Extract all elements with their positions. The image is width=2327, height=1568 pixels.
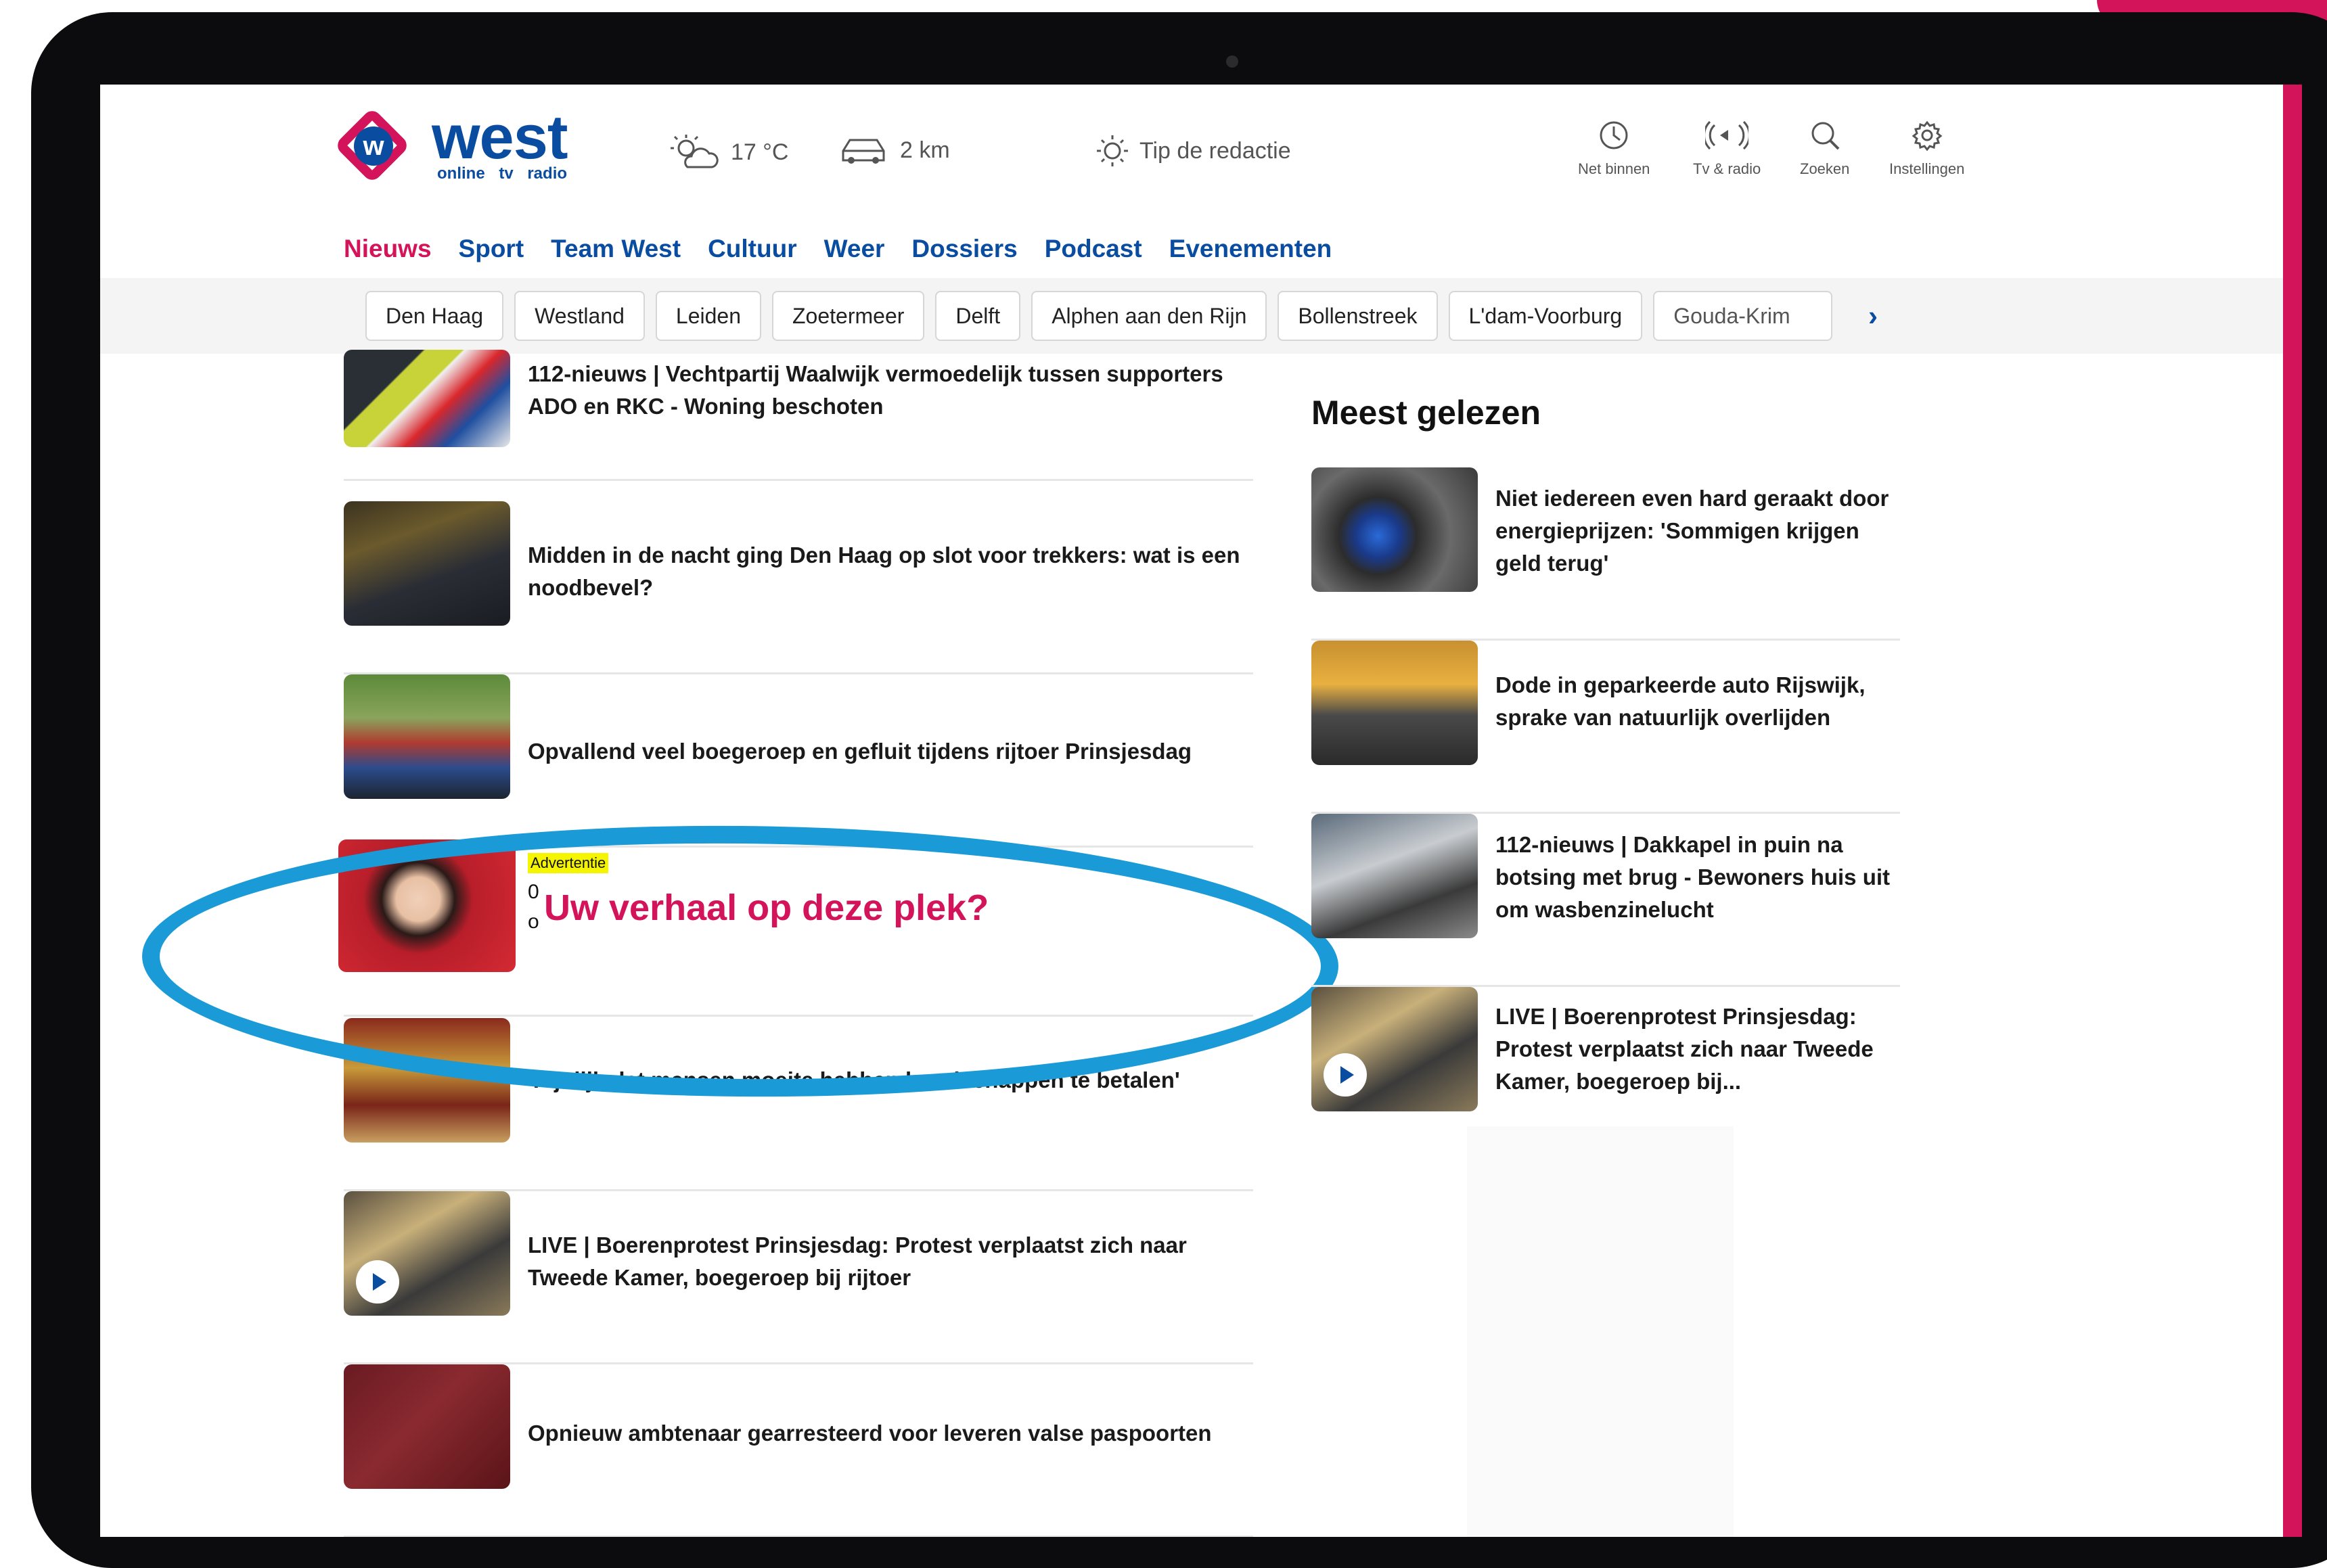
tool-tv-radio[interactable]: Tv & radio [1693, 120, 1761, 178]
news-thumbnail [1311, 987, 1478, 1111]
traffic-text: 2 km [900, 137, 950, 163]
nav-item-weer[interactable]: Weer [824, 235, 885, 263]
tool-label: Net binnen [1578, 160, 1650, 177]
region-chip[interactable]: Zoetermeer [772, 291, 925, 341]
lightbulb-icon [1095, 133, 1130, 168]
news-title: 112-nieuws | Dakkapel in puin na botsing… [1495, 832, 1891, 922]
chevron-right-icon[interactable]: › [1868, 300, 1878, 332]
tool-instellingen[interactable]: Instellingen [1889, 120, 1964, 178]
news-item[interactable]: Opvallend veel boegeroep en gefluit tijd… [344, 674, 1253, 848]
region-chip[interactable]: Bollenstreek [1278, 291, 1438, 341]
partly-cloudy-icon [669, 133, 721, 171]
divider [344, 479, 1253, 481]
news-title: LIVE | Boerenprotest Prinsjesdag: Protes… [1495, 1004, 1874, 1094]
nav-item-sport[interactable]: Sport [459, 235, 524, 263]
tool-net-binnen[interactable]: Net binnen [1578, 120, 1650, 178]
browser-screen: w west online tv radio 17 °C 2 km Tip de… [100, 85, 2302, 1537]
news-thumbnail [1311, 467, 1478, 592]
region-chip[interactable]: Westland [514, 291, 645, 341]
news-thumbnail [344, 1364, 510, 1489]
search-icon [1809, 120, 1840, 160]
screen-edge [2283, 85, 2302, 1537]
news-title: Opvallend veel boegeroep en gefluit tijd… [528, 739, 1192, 764]
news-thumbnail [344, 501, 510, 626]
news-title: LIVE | Boerenprotest Prinsjesdag: Protes… [528, 1232, 1187, 1290]
nav-item-evenementen[interactable]: Evenementen [1169, 235, 1332, 263]
page: w west online tv radio 17 °C 2 km Tip de… [100, 85, 2283, 1537]
main-navigation: Nieuws Sport Team West Cultuur Weer Doss… [344, 235, 1332, 263]
logo-letter: w [354, 126, 393, 166]
tool-label: Tv & radio [1693, 160, 1761, 177]
play-icon[interactable] [356, 1260, 399, 1304]
region-chip[interactable]: Gouda-Krim [1653, 291, 1832, 341]
nav-item-nieuws[interactable]: Nieuws [344, 235, 432, 263]
region-chip[interactable]: L'dam-Voorburg [1448, 291, 1643, 341]
nav-item-dossiers[interactable]: Dossiers [911, 235, 1017, 263]
play-icon[interactable] [1324, 1053, 1367, 1097]
most-read-item[interactable]: Niet iedereen even hard geraakt door ene… [1311, 467, 1900, 641]
sidebar-title: Meest gelezen [1311, 394, 1541, 432]
news-title: Opnieuw ambtenaar gearresteerd voor leve… [528, 1421, 1212, 1446]
news-thumbnail [1311, 641, 1478, 765]
most-read-item[interactable]: Dode in geparkeerde auto Rijswijk, sprak… [1311, 641, 1900, 814]
region-chip[interactable]: Alphen aan den Rijn [1031, 291, 1267, 341]
camera [1226, 55, 1238, 68]
news-item[interactable]: Midden in de nacht ging Den Haag op slot… [344, 501, 1253, 674]
logo-name: west [432, 103, 568, 172]
news-title: Dode in geparkeerde auto Rijswijk, sprak… [1495, 672, 1866, 730]
most-read-item[interactable]: 112-nieuws | Dakkapel in puin na botsing… [1311, 814, 1900, 987]
news-item[interactable]: LIVE | Boerenprotest Prinsjesdag: Protes… [344, 1191, 1253, 1364]
news-title: Niet iedereen even hard geraakt door ene… [1495, 486, 1889, 576]
tip-text: Tip de redactie [1139, 137, 1291, 164]
weather-text: 17 °C [731, 139, 789, 165]
nav-item-team-west[interactable]: Team West [551, 235, 681, 263]
tool-label: Zoeken [1800, 160, 1850, 177]
news-thumbnail [1311, 814, 1478, 938]
news-item[interactable]: Opnieuw ambtenaar gearresteerd voor leve… [344, 1364, 1253, 1537]
tool-label: Instellingen [1889, 160, 1965, 177]
region-chip[interactable]: Den Haag [365, 291, 504, 341]
region-chip[interactable]: Delft [935, 291, 1021, 341]
logo-wordmark: west online tv radio [432, 103, 568, 183]
nav-item-podcast[interactable]: Podcast [1045, 235, 1142, 263]
sidebar-ad-placeholder [1467, 1126, 1734, 1537]
weather-widget[interactable]: 17 °C [669, 133, 788, 171]
news-thumbnail [344, 1191, 510, 1316]
news-thumbnail [344, 674, 510, 799]
traffic-widget[interactable]: 2 km [839, 133, 950, 167]
gear-icon [1912, 120, 1943, 160]
news-title: Midden in de nacht ging Den Haag op slot… [528, 543, 1240, 600]
broadcast-icon [1705, 120, 1749, 160]
clock-icon [1598, 120, 1629, 160]
tip-redactie-link[interactable]: Tip de redactie [1095, 133, 1291, 168]
news-thumbnail [344, 350, 510, 447]
nav-item-cultuur[interactable]: Cultuur [708, 235, 797, 263]
region-chips: Den Haag Westland Leiden Zoetermeer Delf… [365, 291, 1832, 341]
news-title: 112-nieuws | Vechtpartij Waalwijk vermoe… [528, 361, 1223, 419]
region-chip[interactable]: Leiden [655, 291, 761, 341]
car-icon [839, 133, 890, 167]
tool-zoeken[interactable]: Zoeken [1800, 120, 1849, 178]
logo-tagline: online tv radio [437, 164, 568, 183]
